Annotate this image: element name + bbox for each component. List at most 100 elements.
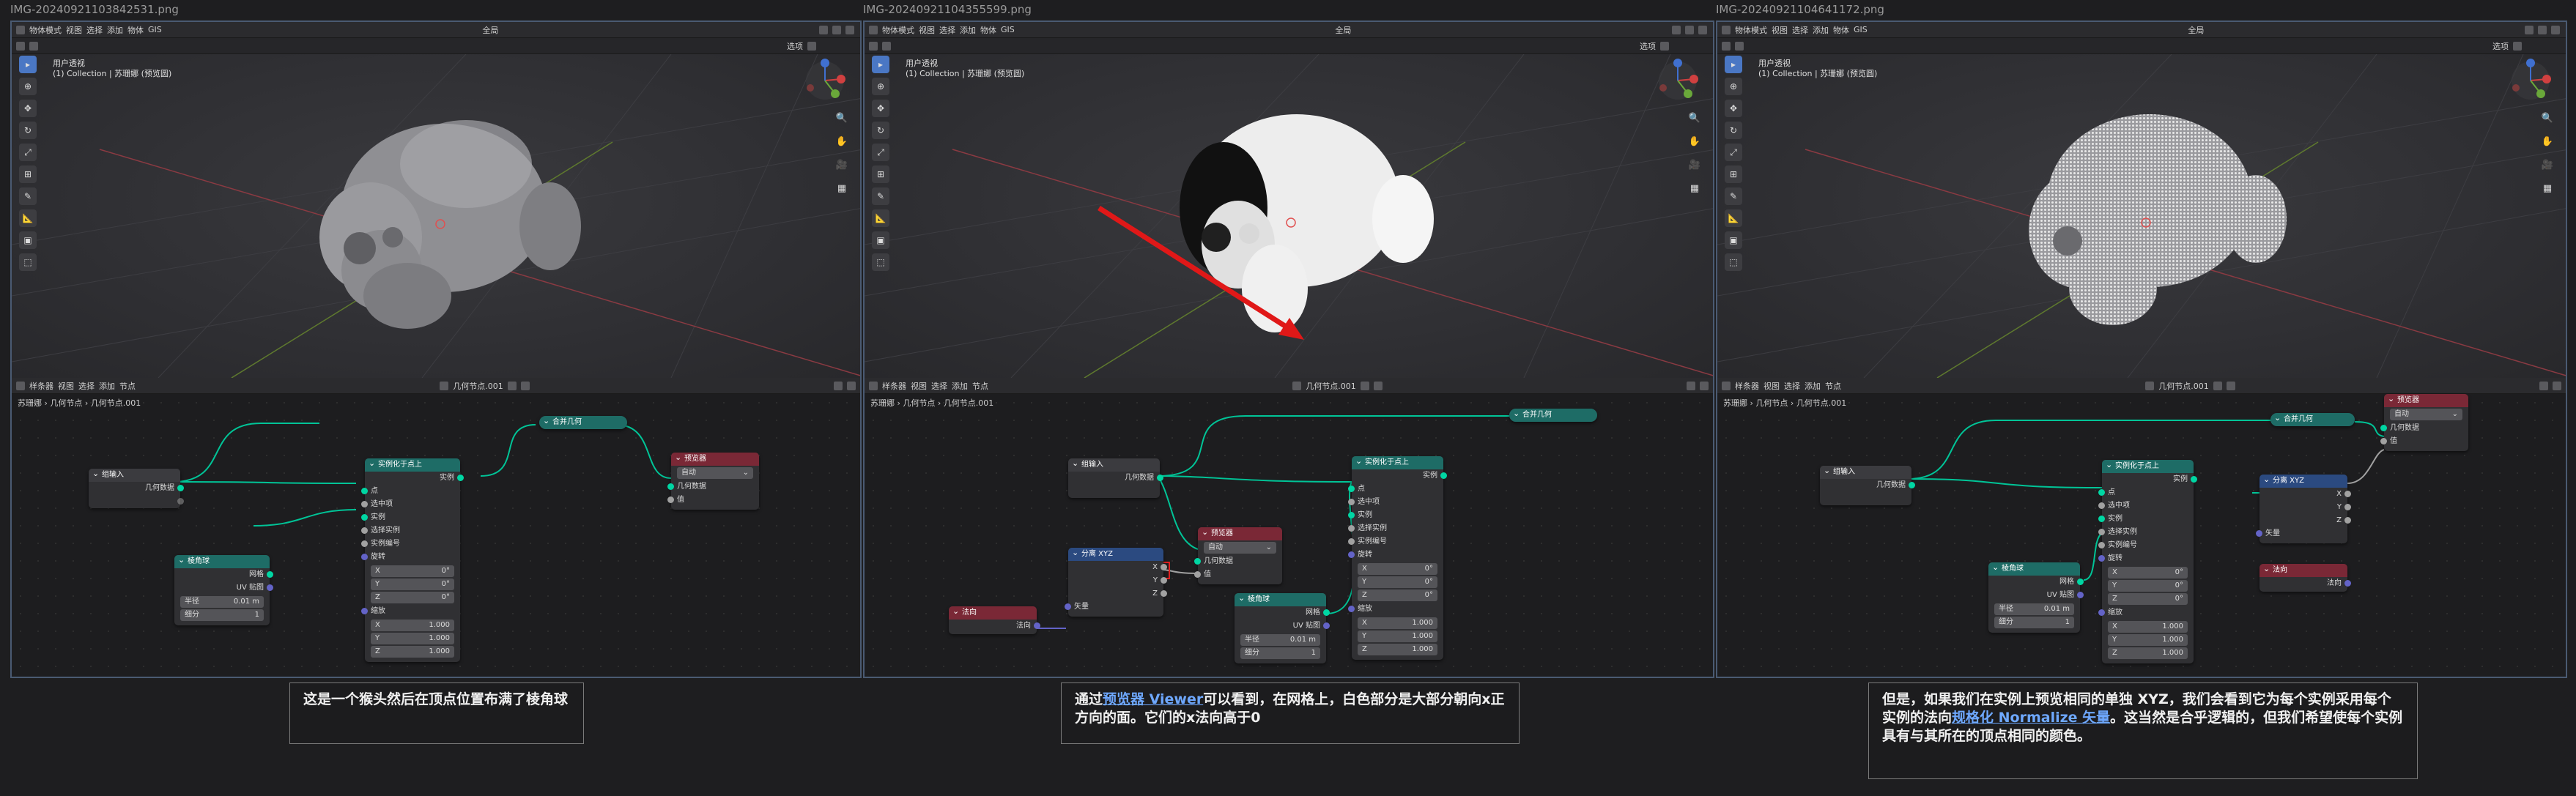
menu-add[interactable]: 添加 xyxy=(107,24,123,36)
socket[interactable] xyxy=(1194,571,1201,578)
navigation-gizmo[interactable] xyxy=(1656,59,1700,103)
select-tool-icon[interactable]: ▸ xyxy=(19,56,37,73)
filter-icon[interactable] xyxy=(2539,381,2548,390)
scale-y[interactable]: Y 1.000 xyxy=(1358,631,1437,642)
node-group-input[interactable]: 组输入 几何数据 xyxy=(1820,464,1915,505)
rotate-tool-icon[interactable]: ↻ xyxy=(872,122,889,139)
filter-icon[interactable] xyxy=(1687,381,1695,390)
node-group-input[interactable]: 组输入 几何数据 xyxy=(1068,457,1163,498)
node-viewer[interactable]: 预览器 自动⌄ 几何数据 值 xyxy=(1194,526,1282,584)
socket[interactable] xyxy=(361,501,368,507)
rot-y[interactable]: Y 0° xyxy=(371,579,454,590)
shading-material-icon[interactable] xyxy=(1685,25,1695,34)
visibility-icon[interactable] xyxy=(807,41,816,51)
zoom-icon[interactable]: 🔍 xyxy=(835,113,848,126)
options-dropdown[interactable]: 选项 xyxy=(2492,40,2509,52)
menu-object[interactable]: 物体 xyxy=(127,24,144,36)
shading-solid-icon[interactable] xyxy=(1672,25,1681,34)
cursor-tool-icon[interactable]: ⊕ xyxy=(872,78,889,95)
shading-solid-icon[interactable] xyxy=(819,25,829,34)
menu-view[interactable]: 视图 xyxy=(919,24,935,36)
subdiv-field[interactable]: 细分 1 xyxy=(1994,617,2074,628)
extrude-tool-icon[interactable]: ⬚ xyxy=(1725,253,1742,271)
transform-orientation[interactable]: 全局 xyxy=(482,24,498,36)
node-menu-add[interactable]: 添加 xyxy=(952,380,968,392)
add-cube-icon[interactable]: ▣ xyxy=(19,231,37,249)
socket[interactable] xyxy=(2077,579,2084,585)
socket[interactable] xyxy=(1194,558,1201,565)
scale-tool-icon[interactable]: ⤢ xyxy=(872,144,889,161)
socket[interactable] xyxy=(1065,603,1071,610)
close-icon[interactable] xyxy=(2226,381,2235,390)
node-viewer[interactable]: 预览器 自动⌄ 几何数据 值 xyxy=(667,451,759,510)
mode-select[interactable]: 物体模式 xyxy=(1735,24,1767,36)
socket[interactable] xyxy=(2098,489,2105,496)
socket[interactable] xyxy=(177,485,184,491)
subdiv-field[interactable]: 细分 1 xyxy=(1240,647,1320,659)
transform-tool-icon[interactable]: ⊞ xyxy=(19,165,37,183)
node-normal[interactable]: 法向 法向 xyxy=(2259,562,2351,592)
visibility-icon[interactable] xyxy=(2513,41,2522,51)
close-icon[interactable] xyxy=(1373,381,1383,390)
socket[interactable] xyxy=(361,488,368,494)
close-icon[interactable] xyxy=(520,381,530,390)
scale-tool-icon[interactable]: ⤢ xyxy=(19,144,37,161)
socket[interactable] xyxy=(2098,542,2105,548)
socket[interactable] xyxy=(1161,577,1167,584)
node-editor-canvas[interactable]: 苏珊娜 › 几何节点 › 几何节点.001 组输入 几何数据 棱角球 网格 UV… xyxy=(12,394,860,677)
select-mode-icon[interactable] xyxy=(1735,41,1744,51)
socket[interactable] xyxy=(1440,472,1447,479)
node-menu-node[interactable]: 节点 xyxy=(1825,380,1841,392)
transform-tool-icon[interactable]: ⊞ xyxy=(1725,165,1742,183)
node-editor-type-icon[interactable] xyxy=(869,381,878,390)
socket[interactable] xyxy=(1348,499,1355,505)
socket[interactable] xyxy=(1348,486,1355,492)
socket[interactable] xyxy=(667,483,674,490)
rot-y[interactable]: Y 0° xyxy=(1358,576,1437,588)
node-editor-type-icon[interactable] xyxy=(16,381,25,390)
socket[interactable] xyxy=(1157,475,1163,481)
grid-view-icon[interactable]: ▦ xyxy=(1688,183,1701,196)
node-tree-name[interactable]: 几何节点.001 xyxy=(1306,380,1356,392)
3d-viewport[interactable]: 用户透视 (1) Collection | 苏珊娜 (预览圆) ▸ ⊕ ✥ ↻ … xyxy=(1717,54,2566,378)
node-join-geometry[interactable]: 合并几何 xyxy=(539,414,627,429)
editor-type-icon[interactable] xyxy=(16,25,25,34)
viewer-domain-dropdown[interactable]: 自动 ⌄ xyxy=(2390,409,2462,420)
gear-icon[interactable] xyxy=(847,381,856,390)
editor-mode[interactable]: 样条器 xyxy=(1735,380,1759,392)
shading-material-icon[interactable] xyxy=(832,25,842,34)
node-menu-select[interactable]: 选择 xyxy=(78,380,95,392)
shield-icon[interactable] xyxy=(1360,381,1369,390)
transform-orientation[interactable]: 全局 xyxy=(1335,24,1351,36)
viewer-link[interactable]: 预览器 Viewer xyxy=(1103,691,1203,707)
rot-z[interactable]: Z 0° xyxy=(2108,593,2188,605)
node-ico-sphere[interactable]: 棱角球 网格 UV 贴图 半径0.01 m 细分1 xyxy=(174,554,273,625)
node-menu-add[interactable]: 添加 xyxy=(99,380,115,392)
3d-viewport[interactable]: 用户透视 (1) Collection | 苏珊娜 (预览圆) ▸ ⊕ ✥ ↻ … xyxy=(865,54,1713,378)
rot-x[interactable]: X 0° xyxy=(1358,563,1437,575)
menu-gis[interactable]: GIS xyxy=(1001,25,1015,34)
node-editor-canvas[interactable]: 苏珊娜 › 几何节点 › 几何节点.001 组输入 几何数据 分离 XYZ X … xyxy=(865,394,1713,677)
viewer-domain-dropdown[interactable]: 自动 ⌄ xyxy=(1204,542,1276,554)
monkey-mesh[interactable] xyxy=(1180,114,1434,332)
menu-add[interactable]: 添加 xyxy=(960,24,976,36)
extrude-tool-icon[interactable]: ⬚ xyxy=(872,253,889,271)
add-cube-icon[interactable]: ▣ xyxy=(872,231,889,249)
socket[interactable] xyxy=(1348,525,1355,532)
radius-field[interactable]: 半径 0.01 m xyxy=(180,596,264,608)
node-join-geometry[interactable]: 合并几何 xyxy=(2270,412,2355,426)
socket[interactable] xyxy=(1161,564,1167,570)
socket[interactable] xyxy=(2098,516,2105,522)
menu-object[interactable]: 物体 xyxy=(1833,24,1849,36)
socket[interactable] xyxy=(361,554,368,560)
zoom-icon[interactable]: 🔍 xyxy=(1688,113,1701,126)
node-viewer[interactable]: 预览器 自动⌄ 几何数据 值 xyxy=(2380,393,2468,451)
node-instance-on-points[interactable]: 实例化于点上 实例 点 选中项 实例 选择实例 实例编号 旋转 X0° Y0° … xyxy=(2098,458,2197,663)
node-instance-on-points[interactable]: 实例化于点上 实例 点 选中项 实例 选择实例 实例编号 旋转 X0° Y0° … xyxy=(1348,455,1447,660)
camera-icon[interactable]: 🎥 xyxy=(1688,160,1701,173)
node-ico-sphere[interactable]: 棱角球 网格 UV 贴图 半径0.01 m 细分1 xyxy=(1235,592,1330,663)
cursor-tool-icon[interactable]: ⊕ xyxy=(1725,78,1742,95)
gear-icon[interactable] xyxy=(1700,381,1709,390)
socket[interactable] xyxy=(2098,609,2105,616)
editor-type-icon[interactable] xyxy=(1722,25,1731,34)
